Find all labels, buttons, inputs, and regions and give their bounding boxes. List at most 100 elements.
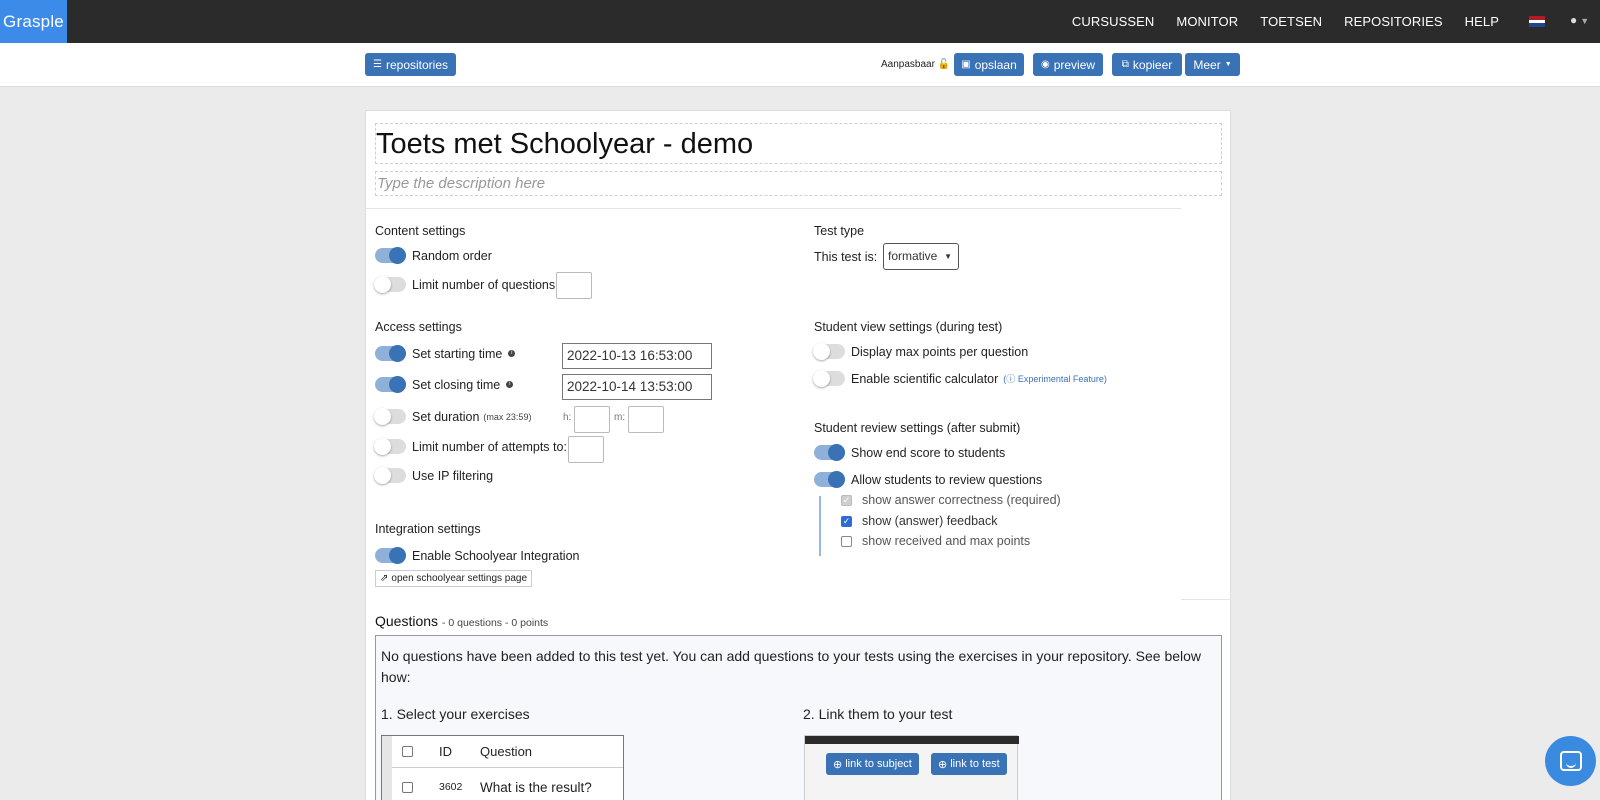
answer-feedback-option: ✓ show (answer) feedback	[841, 514, 997, 528]
review-questions-label: Allow students to review questions	[851, 472, 1043, 487]
end-score-row: Show end score to students	[814, 444, 1005, 461]
copy-button[interactable]: ⧉ kopieer	[1112, 53, 1182, 76]
starting-time-row: Set starting time i	[375, 345, 516, 362]
floppy-icon: ▣	[961, 59, 971, 70]
info-icon[interactable]: i	[506, 381, 514, 388]
closing-time-toggle[interactable]	[375, 376, 406, 393]
table-row: 3602 What is the result?	[392, 768, 623, 800]
random-order-label: Random order	[412, 248, 492, 263]
review-questions-row: Allow students to review questions	[814, 471, 1043, 488]
repositories-button[interactable]: ☰ repositories	[365, 53, 456, 76]
step-link-test: 2. Link them to your test	[803, 706, 953, 722]
save-label: opslaan	[974, 57, 1017, 72]
schoolyear-label: Enable Schoolyear Integration	[412, 548, 580, 563]
duration-minutes-input[interactable]	[628, 406, 664, 433]
open-schoolyear-settings-button[interactable]: ⇗ open schoolyear settings page	[375, 570, 533, 587]
column-id: ID	[439, 744, 452, 759]
flag-nl-icon[interactable]	[1529, 16, 1545, 28]
received-points-checkbox[interactable]	[841, 535, 852, 547]
table-header: ID Question	[392, 736, 623, 768]
duration-toggle[interactable]	[374, 408, 406, 425]
calculator-row: Enable scientific calculator (ⓘ Experime…	[813, 370, 1107, 387]
questions-heading: Questions - 0 questions - 0 points	[375, 613, 548, 629]
starting-time-toggle[interactable]	[375, 345, 406, 362]
max-points-toggle[interactable]	[813, 343, 845, 360]
access-settings-heading: Access settings	[375, 320, 462, 334]
info-icon: ⓘ	[1006, 374, 1016, 384]
attempts-input[interactable]	[568, 436, 604, 463]
chevron-down-icon: ▼	[1580, 16, 1590, 26]
editable-status: Aanpasbaar 🔓	[881, 59, 950, 70]
nav-monitor[interactable]: MONITOR	[1165, 14, 1249, 29]
column-question: Question	[480, 744, 533, 759]
content-settings-heading: Content settings	[375, 224, 466, 238]
chat-launcher-button[interactable]	[1545, 736, 1596, 786]
test-type-value: formative	[888, 249, 938, 263]
end-score-toggle[interactable]	[814, 444, 845, 461]
copy-icon: ⧉	[1121, 59, 1129, 70]
more-dropdown[interactable]: Meer ▼	[1185, 53, 1240, 76]
external-link-icon: ⇗	[380, 573, 389, 584]
experimental-feature-link[interactable]: (ⓘ Experimental Feature)	[1003, 372, 1107, 385]
test-editor-panel: Toets met Schoolyear - demo Type the des…	[365, 110, 1231, 800]
test-title-field[interactable]: Toets met Schoolyear - demo	[375, 123, 1222, 164]
unlock-icon: 🔓	[937, 59, 951, 70]
limit-questions-row: Limit number of questions	[374, 276, 556, 293]
test-type-select[interactable]: formative ▼	[883, 243, 959, 270]
divider	[366, 208, 1181, 209]
more-label: Meer	[1193, 57, 1221, 72]
save-button[interactable]: ▣ opslaan	[954, 53, 1024, 76]
answer-feedback-checkbox[interactable]: ✓	[841, 515, 852, 527]
main-nav: CURSUSSEN MONITOR TOETSEN REPOSITORIES H…	[1061, 0, 1510, 43]
max-points-label: Display max points per question	[851, 344, 1029, 359]
test-title: Toets met Schoolyear - demo	[376, 128, 754, 160]
link-to-subject-button[interactable]: ⊕ link to subject	[826, 753, 919, 775]
nav-repositories[interactable]: REPOSITORIES	[1333, 14, 1453, 29]
questions-title: Questions	[375, 613, 439, 629]
nav-toetsen[interactable]: TOETSEN	[1249, 14, 1333, 29]
duration-label: Set duration	[412, 409, 480, 424]
row-checkbox[interactable]	[402, 781, 413, 793]
calculator-toggle[interactable]	[813, 370, 845, 387]
schoolyear-toggle[interactable]	[375, 547, 406, 564]
limit-questions-input[interactable]	[556, 272, 592, 299]
answer-correctness-label: show answer correctness (required)	[862, 493, 1061, 507]
closing-time-input[interactable]: 2022-10-14 13:53:00	[562, 374, 712, 400]
starting-time-input[interactable]: 2022-10-13 16:53:00	[562, 343, 712, 369]
review-questions-toggle[interactable]	[814, 471, 845, 488]
chat-icon	[1559, 751, 1582, 771]
received-points-label: show received and max points	[862, 534, 1031, 548]
info-icon[interactable]: i	[508, 350, 516, 357]
grasple-logo[interactable]: Grasple	[0, 0, 67, 43]
row-id: 3602	[439, 781, 463, 793]
repositories-label: repositories	[385, 57, 448, 72]
illustration-bar	[805, 736, 1019, 744]
attempts-toggle[interactable]	[374, 438, 406, 455]
closing-time-label: Set closing time	[412, 377, 501, 392]
minutes-label: m:	[614, 412, 626, 423]
divider	[1181, 599, 1231, 600]
duration-hours-input[interactable]	[574, 406, 610, 433]
answer-feedback-label: show (answer) feedback	[862, 514, 998, 528]
user-menu[interactable]: ● ▼	[1570, 13, 1589, 27]
questions-empty-state: No questions have been added to this tes…	[375, 635, 1222, 800]
select-all-checkbox[interactable]	[402, 746, 413, 757]
ip-filtering-toggle[interactable]	[374, 467, 406, 484]
answer-correctness-checkbox: ✓	[841, 494, 852, 506]
limit-questions-toggle[interactable]	[374, 276, 406, 293]
ip-filtering-label: Use IP filtering	[412, 468, 494, 483]
nav-cursussen[interactable]: CURSUSSEN	[1061, 14, 1166, 29]
preview-label: preview	[1053, 57, 1096, 72]
test-type-label: This test is:	[814, 250, 878, 264]
random-order-toggle[interactable]	[375, 247, 406, 264]
preview-button[interactable]: ◉ preview	[1033, 53, 1103, 76]
schoolyear-row: Enable Schoolyear Integration	[375, 547, 580, 564]
random-order-row: Random order	[375, 247, 492, 264]
nav-help[interactable]: HELP	[1454, 14, 1510, 29]
student-review-heading: Student review settings (after submit)	[814, 421, 1021, 435]
user-icon: ●	[1570, 13, 1578, 27]
experimental-label: Experimental Feature	[1017, 374, 1104, 384]
link-to-test-button[interactable]: ⊕ link to test	[931, 753, 1007, 775]
test-description-field[interactable]: Type the description here	[375, 171, 1222, 196]
limit-questions-label: Limit number of questions	[412, 277, 556, 292]
